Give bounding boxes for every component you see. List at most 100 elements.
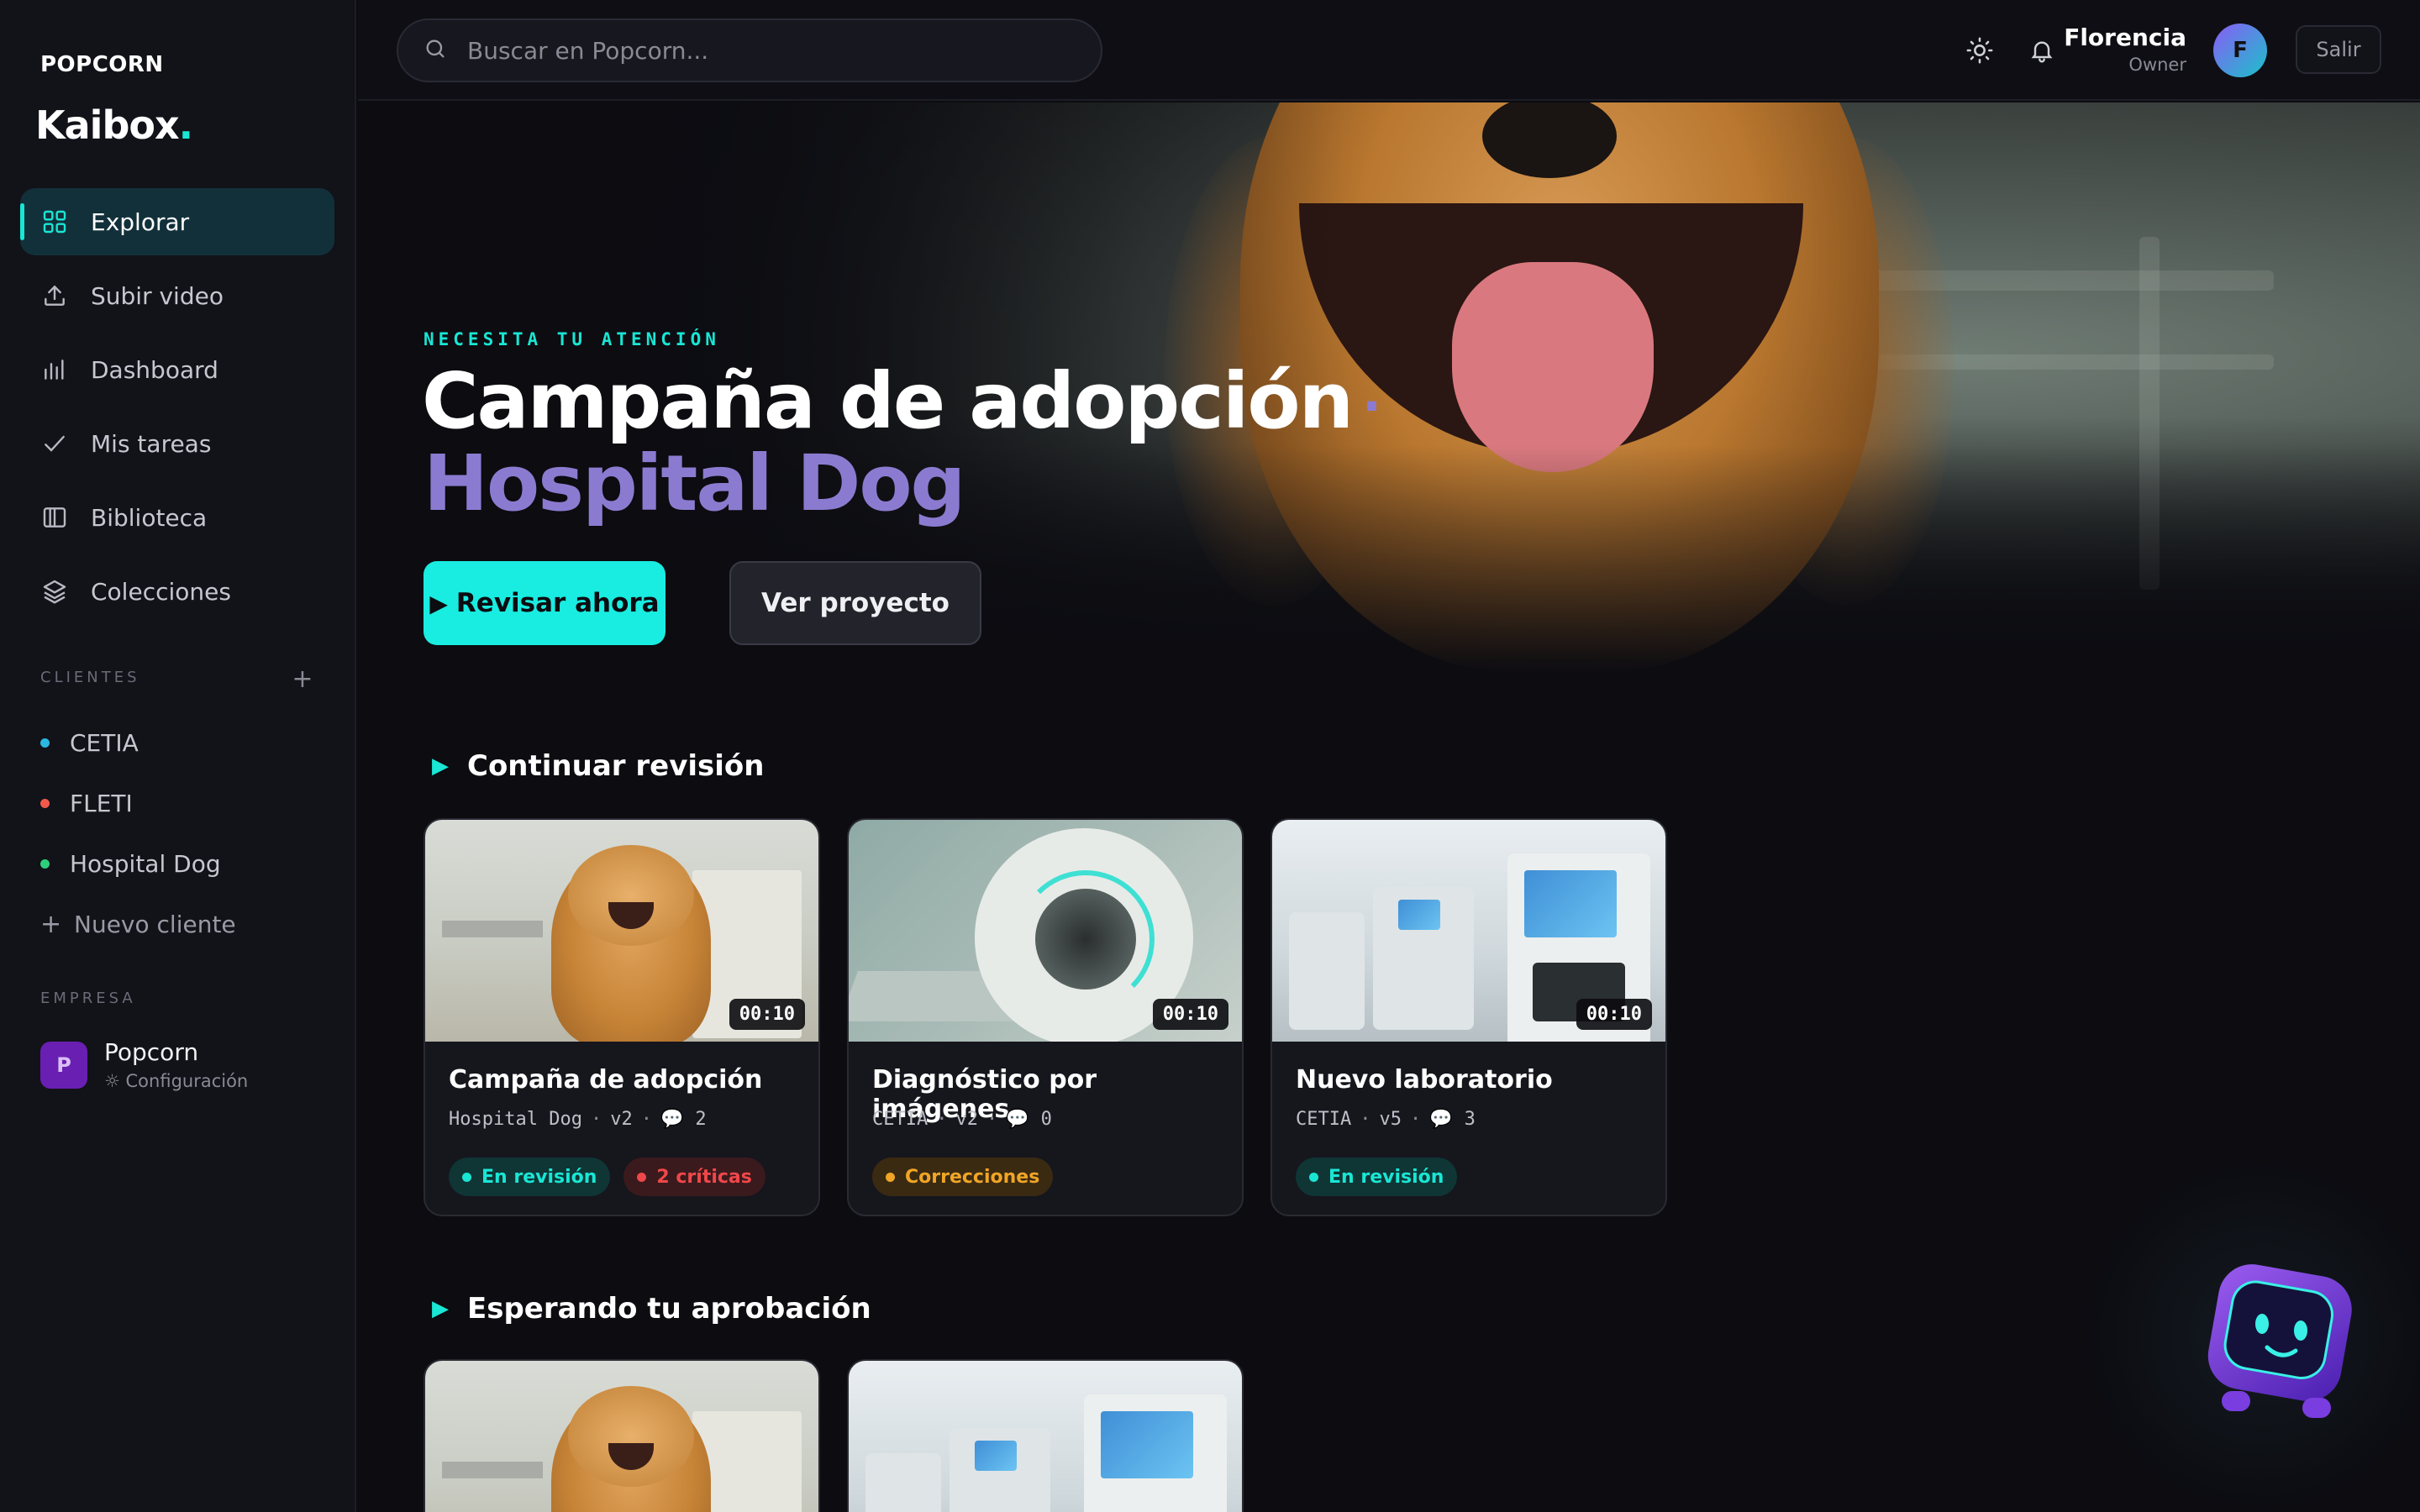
- review-now-button[interactable]: ▶ Revisar ahora: [424, 561, 666, 645]
- play-icon: ▶: [429, 589, 448, 617]
- badge-label: En revisión: [1328, 1166, 1444, 1188]
- comment-icon: 💬: [660, 1109, 684, 1130]
- badge-label: 2 críticas: [656, 1166, 752, 1188]
- thumb-screen: [975, 1441, 1017, 1471]
- brand-name: Kaibox: [35, 102, 180, 148]
- company-switcher[interactable]: P Popcorn ☼ Configuración: [40, 1038, 248, 1091]
- add-client-icon[interactable]: +: [286, 662, 319, 696]
- video-thumbnail: 00:10: [1272, 820, 1665, 1042]
- status-badge: Correcciones: [872, 1158, 1054, 1196]
- card-version: v2: [610, 1109, 633, 1130]
- search-bar[interactable]: [397, 18, 1102, 82]
- nav-label: Colecciones: [91, 577, 231, 606]
- comment-icon: 💬: [1429, 1109, 1453, 1130]
- company-settings-link[interactable]: ☼ Configuración: [104, 1071, 248, 1091]
- thumb-table: [442, 921, 543, 937]
- sidebar: POPCORN Kaibox. Explorar Subir video Das…: [0, 0, 356, 1512]
- video-thumbnail: [849, 1361, 1242, 1512]
- client-item-cetia[interactable]: CETIA: [40, 712, 236, 773]
- card-version: v2: [955, 1109, 978, 1130]
- card-meta: CETIA · v2 · 💬 0: [872, 1109, 1052, 1130]
- video-thumbnail: [425, 1361, 818, 1512]
- video-card[interactable]: 00:10 Campaña de adopción Hospital Dog · …: [424, 818, 820, 1216]
- thumb-dog-face: [568, 1386, 694, 1487]
- new-client-button[interactable]: + Nuevo cliente: [40, 894, 236, 954]
- hero-eyebrow: NECESITA TU ATENCIÓN: [424, 329, 720, 349]
- video-thumbnail: 00:10: [425, 820, 818, 1042]
- top-bar: Florencia Owner F Salir: [358, 0, 2420, 101]
- layers-icon: [40, 577, 69, 606]
- company-settings-label: Configuración: [125, 1071, 249, 1091]
- thumb-table: [442, 1462, 543, 1478]
- nav-item-biblioteca[interactable]: Biblioteca: [20, 484, 334, 551]
- grid-icon: [40, 207, 69, 236]
- status-badge: En revisión: [1296, 1158, 1458, 1196]
- video-card[interactable]: 00:10 Diagnóstico por imágenes CETIA · v2…: [847, 818, 1244, 1216]
- nav-label: Mis tareas: [91, 429, 212, 458]
- logout-button[interactable]: Salir: [2296, 25, 2381, 74]
- critical-badge: 2 críticas: [623, 1158, 765, 1196]
- status-badges: En revisión 2 críticas: [449, 1158, 779, 1196]
- client-list: CETIA FLETI Hospital Dog + Nuevo cliente: [40, 712, 236, 954]
- duration-badge: 00:10: [1152, 999, 1228, 1030]
- nav-item-dashboard[interactable]: Dashboard: [20, 336, 334, 403]
- nav-item-colecciones[interactable]: Colecciones: [20, 558, 334, 625]
- caret-right-icon: ▶: [432, 753, 449, 779]
- user-info[interactable]: Florencia Owner: [2064, 24, 2186, 75]
- nav-label: Subir video: [91, 281, 224, 310]
- status-badges: En revisión: [1296, 1158, 1470, 1196]
- view-project-button[interactable]: Ver proyecto: [729, 561, 981, 645]
- user-name: Florencia: [2064, 24, 2186, 51]
- hero-separator: ·: [1362, 376, 1381, 436]
- video-card[interactable]: [847, 1359, 1244, 1512]
- popcorn-logo: POPCORN: [40, 52, 164, 77]
- company-avatar: P: [40, 1041, 87, 1089]
- nav-item-mis-tareas[interactable]: Mis tareas: [20, 410, 334, 477]
- section-continue-review[interactable]: ▶ Continuar revisión: [432, 749, 764, 783]
- plus-icon: +: [40, 909, 62, 939]
- video-thumbnail: 00:10: [849, 820, 1242, 1042]
- nav-label: Dashboard: [91, 355, 218, 384]
- client-item-fleti[interactable]: FLETI: [40, 773, 236, 833]
- meta-separator: ·: [1360, 1109, 1371, 1130]
- thumb-screen: [1524, 870, 1617, 937]
- theme-toggle-sun-icon[interactable]: [1961, 32, 1998, 69]
- client-name: CETIA: [70, 728, 139, 757]
- notifications-bell-icon[interactable]: [2023, 32, 2060, 69]
- comment-icon: 💬: [1006, 1109, 1029, 1130]
- meta-separator: ·: [986, 1109, 998, 1130]
- company-name: Popcorn: [104, 1038, 199, 1066]
- client-item-hospital-dog[interactable]: Hospital Dog: [40, 833, 236, 894]
- nav-item-explorar[interactable]: Explorar: [20, 188, 334, 255]
- assistant-robot-icon[interactable]: [2202, 1263, 2361, 1423]
- card-comments: 0: [1040, 1109, 1052, 1130]
- duration-badge: 00:10: [1576, 999, 1652, 1030]
- card-title: Nuevo laboratorio: [1296, 1065, 1553, 1095]
- user-avatar[interactable]: F: [2213, 24, 2267, 77]
- new-client-label: Nuevo cliente: [74, 910, 236, 938]
- kaibox-logo[interactable]: Kaibox.: [35, 102, 193, 148]
- meta-separator: ·: [1409, 1109, 1422, 1130]
- check-icon: [40, 429, 69, 458]
- badge-dot: [462, 1172, 471, 1182]
- main-nav: Explorar Subir video Dashboard Mis tarea…: [20, 188, 334, 632]
- nav-item-subir-video[interactable]: Subir video: [20, 262, 334, 329]
- card-client: CETIA: [1296, 1109, 1352, 1130]
- hero-subtitle: Hospital Dog: [424, 438, 965, 528]
- hero-title-text: Campaña de adopción: [422, 356, 1354, 446]
- thumb-machine: [865, 1453, 941, 1512]
- company-heading: EMPRESA: [40, 990, 136, 1007]
- thumb-screen: [1398, 900, 1440, 930]
- search-input[interactable]: [467, 36, 1055, 65]
- nav-label: Biblioteca: [91, 503, 208, 532]
- thumb-mri-bore: [1035, 889, 1136, 990]
- badge-dot: [637, 1172, 647, 1182]
- section-title-text: Continuar revisión: [467, 749, 765, 783]
- gear-icon: ☼: [104, 1071, 120, 1091]
- upload-icon: [40, 281, 69, 310]
- card-version: v5: [1379, 1109, 1402, 1130]
- video-card[interactable]: 00:10 Nuevo laboratorio CETIA · v5 · 💬 3 E…: [1270, 818, 1667, 1216]
- video-card[interactable]: [424, 1359, 820, 1512]
- section-awaiting-approval[interactable]: ▶ Esperando tu aprobación: [432, 1292, 871, 1326]
- nav-label: Explorar: [91, 207, 190, 236]
